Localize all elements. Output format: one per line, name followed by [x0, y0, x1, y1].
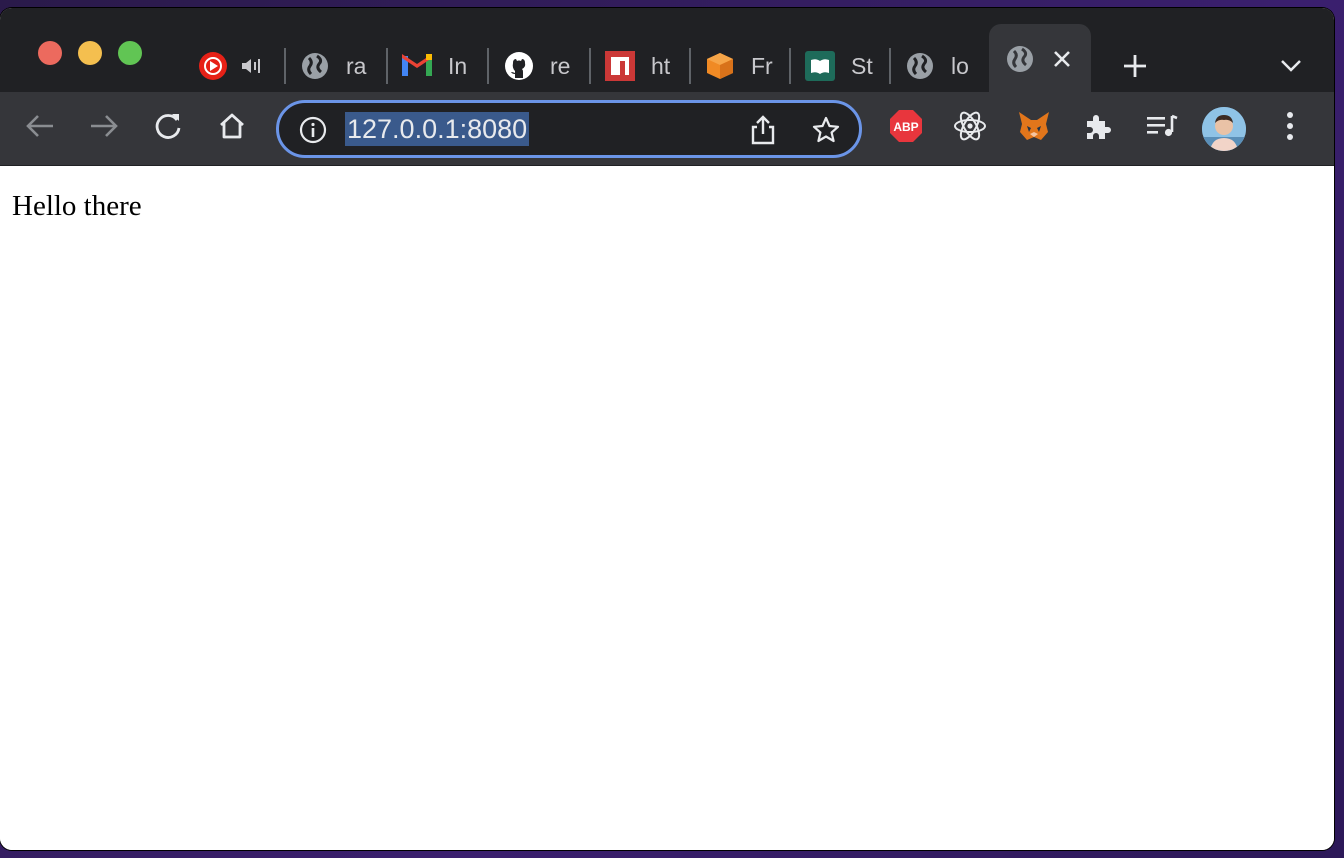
page-text: Hello there [12, 190, 142, 222]
address-bar[interactable]: 127.0.0.1:8080 [276, 100, 862, 158]
avatar-icon [1202, 107, 1246, 151]
info-icon[interactable] [299, 116, 327, 149]
globe-icon [1005, 44, 1035, 74]
window-minimize-button[interactable] [78, 41, 102, 65]
menu-button[interactable] [1272, 110, 1308, 146]
extensions-button[interactable] [1080, 110, 1116, 146]
book-icon [805, 51, 835, 81]
tab-npm[interactable]: ht [605, 38, 677, 94]
tab-7[interactable]: lo [905, 38, 977, 94]
url-text[interactable]: 127.0.0.1:8080 [345, 112, 530, 146]
profile-avatar[interactable] [1202, 107, 1246, 151]
arrow-left-icon [25, 113, 55, 144]
tab-label: re [550, 52, 571, 79]
reload-icon [153, 111, 183, 146]
home-button[interactable] [214, 110, 250, 146]
new-tab-button[interactable] [1120, 38, 1150, 94]
puzzle-icon [1083, 111, 1113, 146]
abp-icon: ABP [889, 109, 923, 148]
toolbar: 127.0.0.1:8080 ABP [0, 92, 1334, 166]
tab-youtube-music[interactable] [198, 38, 262, 94]
back-button[interactable] [22, 110, 58, 146]
tab-search-button[interactable] [1276, 38, 1306, 94]
page-content: Hello there [0, 166, 1334, 850]
npm-icon [605, 51, 635, 81]
metamask-extension[interactable] [1016, 110, 1052, 146]
tab-1[interactable]: ra [300, 38, 372, 94]
kebab-menu-icon [1285, 111, 1295, 146]
tab-gmail[interactable]: In [402, 38, 474, 94]
globe-icon [300, 51, 330, 81]
share-icon[interactable] [749, 114, 777, 151]
media-control-button[interactable] [1144, 110, 1180, 146]
window-close-button[interactable] [38, 41, 62, 65]
svg-text:ABP: ABP [893, 120, 918, 134]
react-icon [953, 109, 987, 148]
home-icon [217, 111, 247, 146]
youtube-music-icon [198, 51, 228, 81]
abp-extension[interactable]: ABP [888, 109, 924, 148]
tab-label: ht [651, 52, 671, 79]
tab-separator [889, 48, 891, 84]
media-queue-icon [1145, 111, 1179, 146]
box-icon [705, 51, 735, 81]
tab-box[interactable]: Fr [705, 38, 777, 94]
tab-separator [487, 48, 489, 84]
tab-separator [386, 48, 388, 84]
browser-window: ra In re ht Fr St lo 127.0.0.1:8080 ABP … [0, 8, 1334, 850]
speaker-audio-icon[interactable] [240, 51, 262, 81]
github-icon [504, 51, 534, 81]
close-tab-icon[interactable] [1047, 44, 1077, 74]
metamask-icon [1017, 110, 1051, 147]
tab-separator [589, 48, 591, 84]
chevron-down-icon [1276, 51, 1306, 81]
tab-label: ra [346, 52, 367, 79]
plus-icon [1120, 51, 1150, 81]
tab-label: lo [951, 52, 969, 79]
tab-separator [689, 48, 691, 84]
tab-label: Fr [751, 52, 773, 79]
bookmark-star-icon[interactable] [811, 115, 841, 150]
gmail-icon [402, 51, 432, 81]
tab-book[interactable]: St [805, 38, 877, 94]
globe-icon [905, 51, 935, 81]
forward-button[interactable] [86, 110, 122, 146]
tab-separator [789, 48, 791, 84]
tab-strip: ra In re ht Fr St lo [0, 8, 1334, 94]
tab-active[interactable] [989, 24, 1091, 94]
tab-label: St [851, 52, 873, 79]
reload-button[interactable] [150, 110, 186, 146]
tab-github[interactable]: re [504, 38, 576, 94]
react-devtools-extension[interactable] [952, 110, 988, 146]
tab-label: In [448, 52, 468, 79]
tab-separator [284, 48, 286, 84]
arrow-right-icon [89, 113, 119, 144]
window-maximize-button[interactable] [118, 41, 142, 65]
